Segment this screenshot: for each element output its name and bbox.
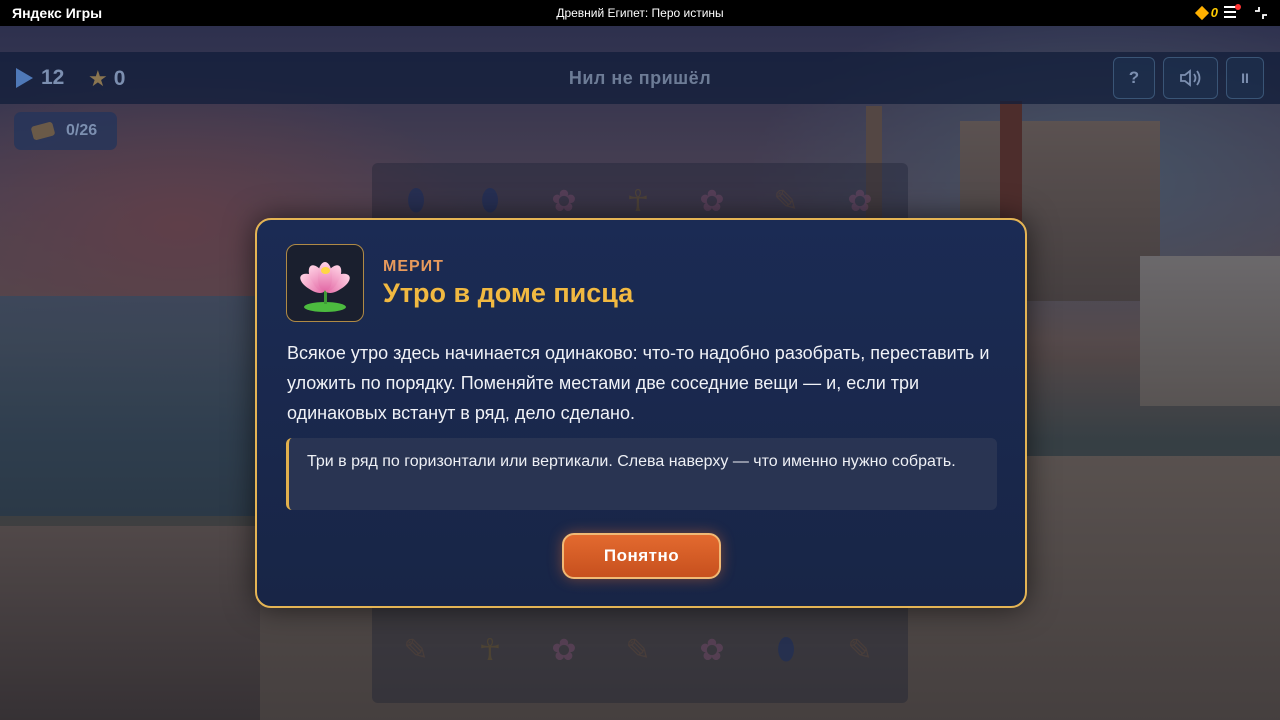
sound-button[interactable]	[1163, 57, 1218, 99]
goal-counter: 0/26	[14, 112, 117, 150]
exit-fullscreen-icon[interactable]	[1254, 6, 1268, 20]
notification-dot	[1235, 4, 1241, 10]
help-button[interactable]: ?	[1113, 57, 1155, 99]
coins-balance[interactable]: 0	[1194, 5, 1218, 20]
dialog-title: Утро в доме писца	[383, 278, 634, 308]
ok-button[interactable]: Понятно	[562, 533, 721, 579]
pause-button[interactable]: II	[1226, 57, 1264, 99]
tutorial-dialog: МЕРИТ Утро в доме писца Всякое утро здес…	[255, 218, 1027, 608]
platform-bar: Яндекс Игры Древний Египет: Перо истины …	[0, 0, 1280, 26]
game-title: Древний Египет: Перо истины	[556, 6, 724, 20]
speaker-portrait	[286, 244, 364, 322]
speaker-name: МЕРИТ	[383, 258, 444, 275]
scroll-icon	[30, 121, 56, 141]
coin-icon	[1194, 5, 1209, 20]
dialog-hint: Три в ряд по горизонтали или вертикали. …	[286, 438, 997, 510]
level-name: Нил не пришёл	[568, 68, 712, 88]
speaker-icon	[1179, 69, 1200, 87]
goal-progress: 0/26	[66, 122, 98, 139]
hud-bar: 12 ★ 0 Нил не пришёл ? II	[0, 52, 1280, 104]
dialog-body: Всякое утро здесь начинается одинаково: …	[287, 343, 990, 423]
menu-icon[interactable]	[1224, 4, 1241, 20]
lotus-icon	[297, 254, 353, 312]
coins-value: 0	[1210, 5, 1218, 20]
